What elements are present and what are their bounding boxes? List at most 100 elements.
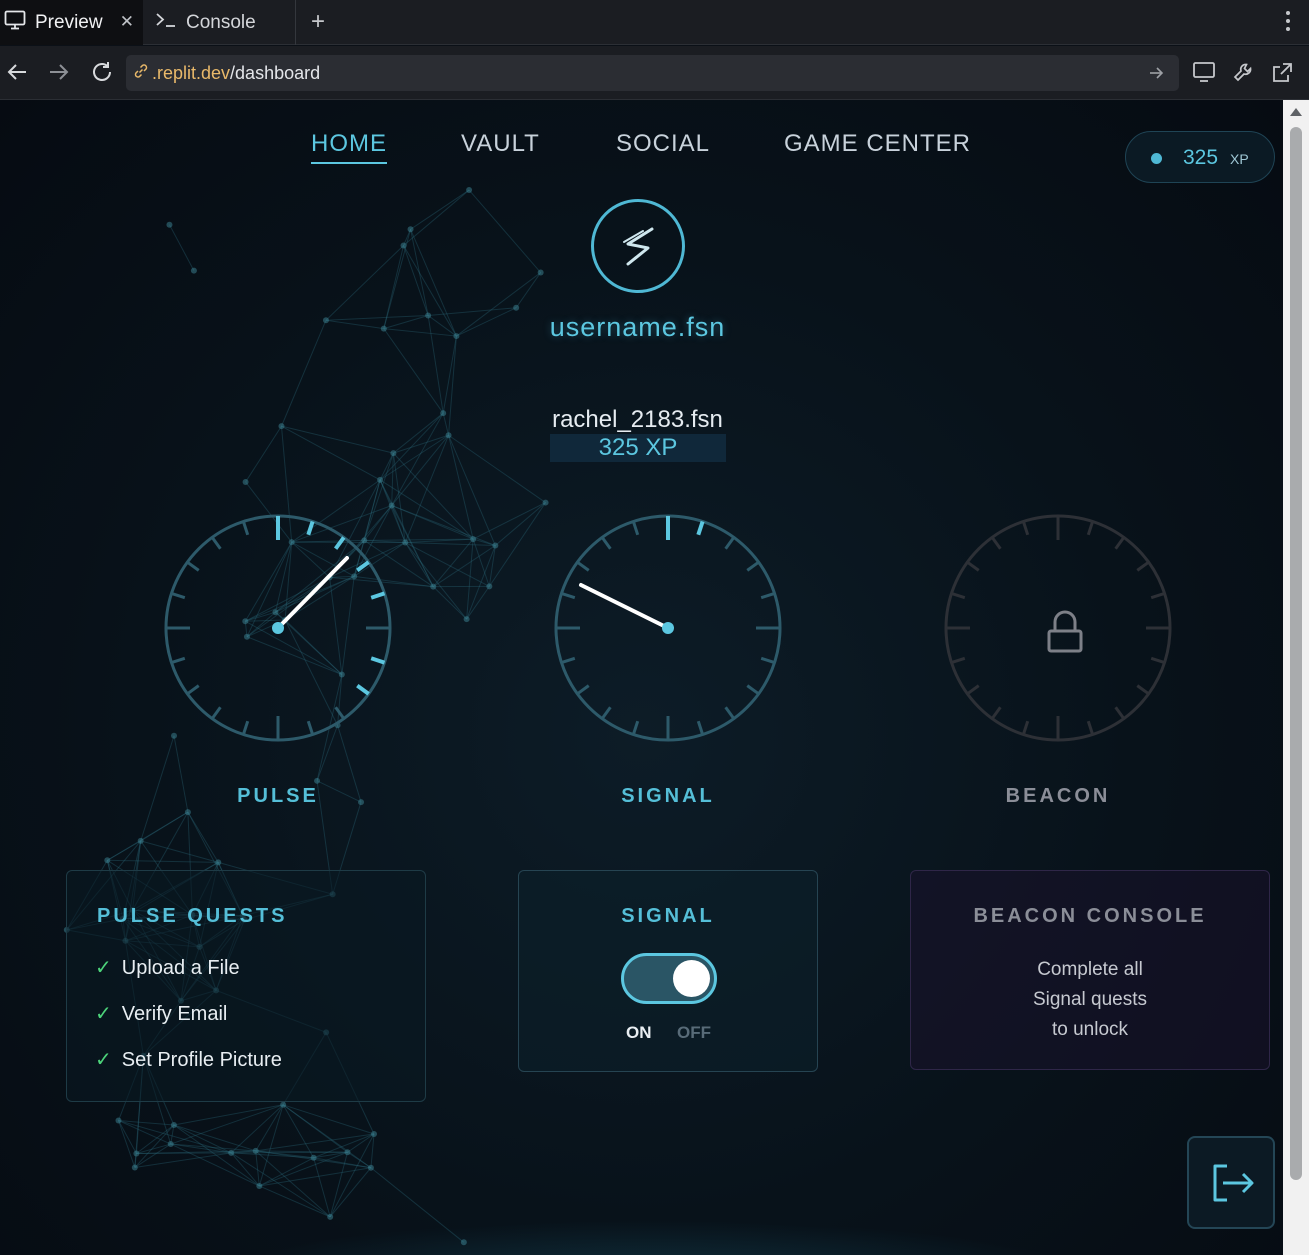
check-icon: ✓ xyxy=(95,1003,112,1025)
tab-preview[interactable]: Preview ✕ xyxy=(0,0,143,45)
dial-tick xyxy=(1086,720,1095,735)
dial-tick xyxy=(724,706,736,720)
check-icon: ✓ xyxy=(95,1049,112,1071)
beacon-dial xyxy=(944,514,1172,742)
scroll-thumb[interactable] xyxy=(1290,127,1302,1180)
dial-tick xyxy=(171,591,186,600)
dial-tick xyxy=(576,560,590,572)
new-tab-button[interactable]: + xyxy=(311,8,325,36)
link-icon xyxy=(133,63,149,84)
dial-tick xyxy=(306,520,315,536)
quest-label: Set Profile Picture xyxy=(121,1049,282,1071)
dial-tick xyxy=(241,521,250,536)
toggle-off-label[interactable]: OFF xyxy=(677,1023,711,1043)
dial-tick xyxy=(370,656,386,665)
dial-tick xyxy=(966,684,980,696)
quest-item: ✓ Verify Email xyxy=(95,1001,227,1026)
xp-value: 325 xyxy=(1183,146,1219,169)
page-scrollbar[interactable] xyxy=(1283,100,1309,1255)
beacon-console-card: BEACON CONSOLE Complete all Signal quest… xyxy=(910,870,1270,1070)
close-icon[interactable]: ✕ xyxy=(120,12,134,32)
nav-home[interactable]: HOME xyxy=(311,130,387,164)
card-title: SIGNAL xyxy=(621,905,715,927)
terminal-icon xyxy=(155,11,175,35)
dial-tick xyxy=(171,656,186,665)
back-arrow-icon[interactable] xyxy=(6,60,28,89)
scroll-up-arrow-icon[interactable] xyxy=(1290,108,1302,116)
signal-label: SIGNAL xyxy=(621,785,715,807)
pulse-quests-card: PULSE QUESTS ✓ Upload a File ✓ Verify Emai… xyxy=(66,870,426,1102)
dial-tick xyxy=(746,684,760,696)
dial-tick xyxy=(356,683,370,696)
dial-tick xyxy=(241,720,250,735)
pulse-dial-needle xyxy=(276,556,349,630)
dial-tick xyxy=(1150,656,1165,665)
dial-tick xyxy=(631,521,640,536)
dial-tick xyxy=(746,560,760,572)
tab-label: Preview xyxy=(35,11,103,33)
dial-tick xyxy=(1021,521,1030,536)
description-line: to unlock xyxy=(1051,1019,1129,1040)
browser-toolbar: .replit.dev/dashboard xyxy=(0,46,1309,100)
dial-tick xyxy=(966,560,980,572)
lock-icon xyxy=(1047,610,1083,653)
xp-badge: 325 XP xyxy=(1125,131,1275,183)
tab-console[interactable]: Console xyxy=(146,0,296,45)
signal-card: SIGNAL ON OFF xyxy=(518,870,818,1072)
toggle-knob xyxy=(673,960,710,997)
logout-button[interactable] xyxy=(1187,1136,1275,1229)
brand-name: username.fsn xyxy=(549,312,726,342)
dial-tick xyxy=(990,536,1002,550)
dial-tick xyxy=(576,684,590,696)
dial-tick xyxy=(306,720,315,735)
signal-dial[interactable] xyxy=(550,510,786,746)
wrench-icon[interactable] xyxy=(1232,61,1256,90)
card-title: BEACON CONSOLE xyxy=(973,905,1207,927)
bottom-glow xyxy=(200,1220,1100,1255)
status-dot xyxy=(1151,153,1162,164)
dial-tick xyxy=(370,591,386,600)
username: rachel_2183.fsn xyxy=(552,406,723,433)
dial-tick xyxy=(333,536,346,550)
check-icon: ✓ xyxy=(95,957,112,979)
dial-tick xyxy=(1021,720,1030,735)
pulse-label: PULSE xyxy=(237,785,319,807)
nav-vault[interactable]: VAULT xyxy=(461,130,540,158)
dial-tick xyxy=(356,560,370,573)
signal-dial-needle xyxy=(579,583,670,630)
signal-toggle[interactable] xyxy=(621,953,717,1004)
forward-arrow-icon[interactable] xyxy=(48,60,70,89)
device-preview-icon[interactable] xyxy=(1192,61,1216,88)
url-host: .replit.dev xyxy=(152,62,231,83)
address-bar[interactable]: .replit.dev/dashboard xyxy=(126,55,1179,91)
monitor-icon xyxy=(4,10,26,36)
brand-logo xyxy=(591,199,685,293)
dial-tick xyxy=(210,706,222,720)
quest-label: Verify Email xyxy=(121,1003,228,1025)
reload-icon[interactable] xyxy=(90,60,114,89)
card-description: Complete all Signal quests to unlock xyxy=(911,955,1269,1045)
dial-tick xyxy=(1114,706,1126,720)
more-menu-icon[interactable] xyxy=(1285,10,1291,32)
toggle-on-label[interactable]: ON xyxy=(626,1023,652,1043)
quest-label: Upload a File xyxy=(121,957,240,979)
open-external-icon[interactable] xyxy=(1270,61,1294,90)
description-line: Signal quests xyxy=(1032,989,1148,1010)
card-title: PULSE QUESTS xyxy=(97,905,288,927)
dial-tick xyxy=(990,706,1002,720)
nav-game-center[interactable]: GAME CENTER xyxy=(784,130,971,158)
beacon-label: BEACON xyxy=(1005,785,1111,807)
xp-unit: XP xyxy=(1230,151,1249,167)
dial-tick xyxy=(1114,536,1126,550)
lightning-icon xyxy=(623,227,654,266)
dial-tick xyxy=(561,591,576,600)
dial-tick xyxy=(600,536,612,550)
dial-tick xyxy=(951,656,966,665)
dial-tick xyxy=(760,656,775,665)
url-path: /dashboard xyxy=(230,62,321,83)
browser-tab-bar: Preview ✕ Console + xyxy=(0,0,1309,45)
nav-social[interactable]: SOCIAL xyxy=(616,130,710,158)
dial-tick xyxy=(561,656,576,665)
go-arrow-icon[interactable] xyxy=(1149,64,1165,87)
pulse-dial[interactable] xyxy=(160,510,396,746)
